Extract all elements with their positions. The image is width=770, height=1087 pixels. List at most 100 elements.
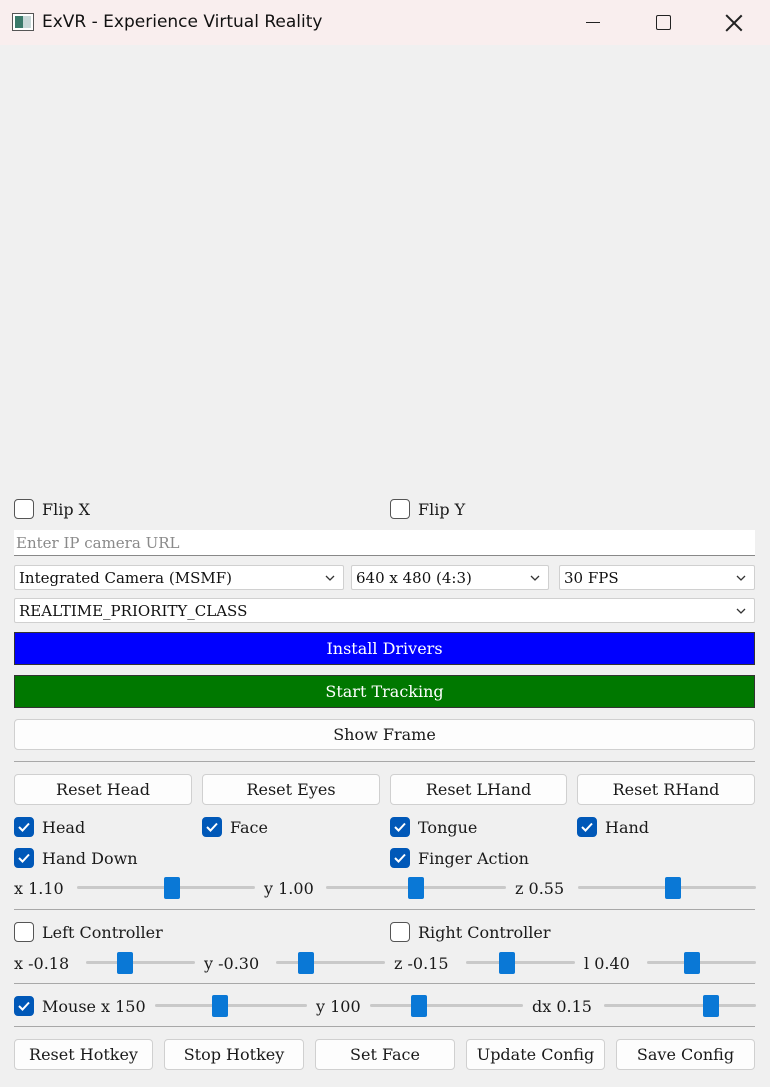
controller-z-slider[interactable] — [466, 951, 575, 975]
camera-preview-area — [0, 45, 770, 485]
slider-thumb[interactable] — [703, 995, 719, 1017]
reset-eyes-label: Reset Eyes — [246, 780, 336, 799]
head-label: Head — [42, 817, 86, 837]
priority-select-value: REALTIME_PRIORITY_CLASS — [19, 601, 248, 620]
checkbox-box[interactable] — [14, 848, 34, 868]
left-controller-label: Left Controller — [42, 922, 163, 942]
slider-thumb[interactable] — [298, 952, 314, 974]
slider-track — [276, 961, 385, 964]
slider-thumb[interactable] — [212, 995, 228, 1017]
slider-thumb[interactable] — [117, 952, 133, 974]
tongue-checkbox[interactable]: Tongue — [390, 817, 477, 837]
checkbox-box[interactable] — [14, 996, 34, 1016]
reset-head-button[interactable]: Reset Head — [14, 774, 192, 805]
controller-x-label: x -0.18 — [14, 954, 70, 973]
hand-down-checkbox[interactable]: Hand Down — [14, 848, 138, 868]
checkbox-box[interactable] — [14, 817, 34, 837]
checkbox-box[interactable] — [202, 817, 222, 837]
set-face-label: Set Face — [350, 1045, 420, 1064]
set-face-button[interactable]: Set Face — [315, 1039, 455, 1070]
mouse-x-slider[interactable] — [155, 994, 307, 1018]
hand-z-slider[interactable] — [578, 876, 756, 900]
finger-action-label: Finger Action — [418, 848, 529, 868]
window-title: ExVR - Experience Virtual Reality — [42, 12, 323, 32]
left-controller-checkbox[interactable]: Left Controller — [14, 922, 163, 942]
checkbox-box[interactable] — [390, 922, 410, 942]
divider — [14, 761, 755, 762]
chevron-down-icon — [530, 575, 540, 581]
app-icon — [12, 13, 34, 31]
controller-y-slider[interactable] — [276, 951, 385, 975]
divider — [14, 983, 755, 984]
start-tracking-button[interactable]: Start Tracking — [14, 675, 755, 708]
slider-thumb[interactable] — [408, 877, 424, 899]
flip-x-checkbox[interactable]: Flip X — [14, 499, 90, 519]
reset-rhand-label: Reset RHand — [612, 780, 720, 799]
slider-thumb[interactable] — [684, 952, 700, 974]
fps-select[interactable]: 30 FPS — [559, 565, 755, 590]
checkbox-box[interactable] — [14, 499, 34, 519]
reset-eyes-button[interactable]: Reset Eyes — [202, 774, 380, 805]
mouse-dx-slider[interactable] — [604, 994, 756, 1018]
priority-select[interactable]: REALTIME_PRIORITY_CLASS — [14, 598, 755, 623]
save-config-label: Save Config — [636, 1045, 735, 1064]
checkbox-box[interactable] — [390, 848, 410, 868]
slider-thumb[interactable] — [164, 877, 180, 899]
mouse-y-slider[interactable] — [370, 994, 523, 1018]
hand-down-label: Hand Down — [42, 848, 138, 868]
hand-x-slider[interactable] — [77, 876, 255, 900]
controller-z-label: z -0.15 — [394, 954, 449, 973]
checkbox-box[interactable] — [14, 922, 34, 942]
update-config-button[interactable]: Update Config — [466, 1039, 605, 1070]
show-frame-label: Show Frame — [333, 725, 436, 744]
close-button[interactable] — [699, 0, 769, 45]
checkbox-box[interactable] — [577, 817, 597, 837]
install-drivers-button[interactable]: Install Drivers — [14, 632, 755, 665]
controller-x-slider[interactable] — [86, 951, 195, 975]
right-controller-checkbox[interactable]: Right Controller — [390, 922, 550, 942]
hand-label: Hand — [605, 817, 650, 837]
stop-hotkey-button[interactable]: Stop Hotkey — [164, 1039, 304, 1070]
save-config-button[interactable]: Save Config — [616, 1039, 755, 1070]
hand-checkbox[interactable]: Hand — [577, 817, 649, 837]
finger-action-checkbox[interactable]: Finger Action — [390, 848, 529, 868]
show-frame-button[interactable]: Show Frame — [14, 719, 755, 750]
maximize-icon — [655, 15, 671, 30]
tongue-label: Tongue — [418, 817, 478, 837]
close-icon — [725, 14, 743, 32]
flip-y-checkbox[interactable]: Flip Y — [390, 499, 465, 519]
slider-thumb[interactable] — [665, 877, 681, 899]
minimize-button[interactable] — [558, 0, 628, 45]
flip-x-label: Flip X — [42, 499, 91, 519]
slider-thumb[interactable] — [499, 952, 515, 974]
slider-thumb[interactable] — [411, 995, 427, 1017]
slider-track — [370, 1004, 523, 1007]
resolution-select[interactable]: 640 x 480 (4:3) — [351, 565, 549, 590]
stop-hotkey-label: Stop Hotkey — [183, 1045, 285, 1064]
reset-rhand-button[interactable]: Reset RHand — [577, 774, 755, 805]
reset-hotkey-button[interactable]: Reset Hotkey — [14, 1039, 153, 1070]
ip-camera-url-input[interactable]: Enter IP camera URL — [14, 530, 755, 556]
update-config-label: Update Config — [476, 1045, 595, 1064]
divider — [14, 909, 755, 910]
head-checkbox[interactable]: Head — [14, 817, 85, 837]
reset-lhand-button[interactable]: Reset LHand — [390, 774, 567, 805]
mouse-checkbox[interactable]: Mouse — [14, 996, 96, 1016]
slider-track — [466, 961, 575, 964]
checkbox-box[interactable] — [390, 499, 410, 519]
maximize-button[interactable] — [628, 0, 698, 45]
camera-select[interactable]: Integrated Camera (MSMF) — [14, 565, 344, 590]
install-drivers-label: Install Drivers — [326, 639, 443, 658]
face-label: Face — [230, 817, 268, 837]
chevron-down-icon — [325, 575, 335, 581]
slider-track — [604, 1004, 756, 1007]
hand-x-label: x 1.10 — [14, 879, 64, 898]
ip-camera-url-placeholder: Enter IP camera URL — [16, 534, 180, 552]
face-checkbox[interactable]: Face — [202, 817, 268, 837]
chevron-down-icon — [736, 575, 746, 581]
checkbox-box[interactable] — [390, 817, 410, 837]
controller-l-slider[interactable] — [647, 951, 756, 975]
hand-y-slider[interactable] — [326, 876, 506, 900]
fps-select-value: 30 FPS — [564, 568, 619, 587]
right-controller-label: Right Controller — [418, 922, 551, 942]
